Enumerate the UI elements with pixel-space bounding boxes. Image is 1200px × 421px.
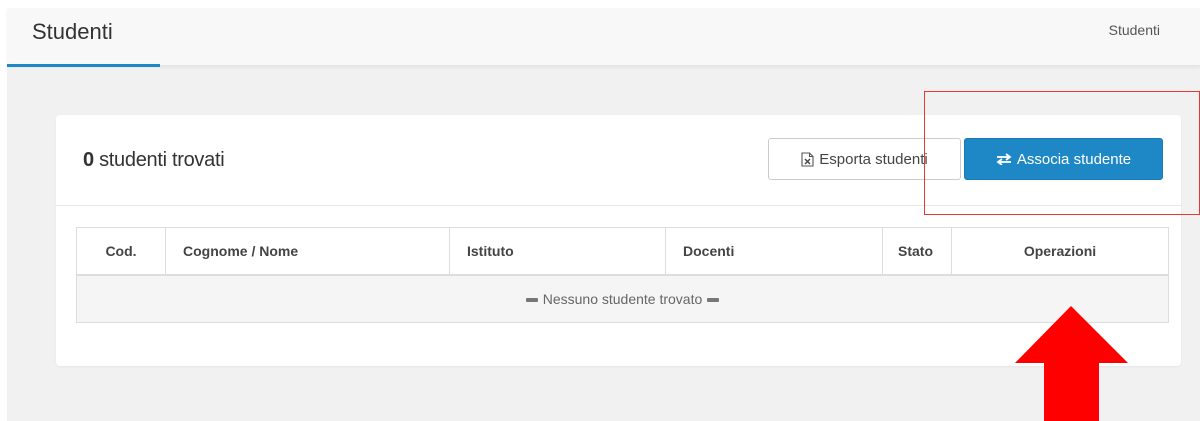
red-arrow-annotation bbox=[1015, 306, 1128, 421]
table-header-row: Cod. Cognome / Nome Istituto Docenti Sta… bbox=[76, 227, 1169, 276]
column-header-status[interactable]: Stato bbox=[882, 227, 952, 276]
associate-student-button[interactable]: Associa studente bbox=[964, 138, 1163, 180]
exchange-arrows-icon bbox=[996, 153, 1012, 165]
results-count-number: 0 bbox=[83, 149, 94, 171]
results-count-label: studenti trovati bbox=[93, 149, 225, 171]
column-header-cod[interactable]: Cod. bbox=[76, 227, 166, 276]
top-strip bbox=[7, 0, 1200, 8]
dash-right bbox=[707, 298, 720, 303]
column-header-institute[interactable]: Istituto bbox=[449, 227, 666, 276]
associate-student-label: Associa studente bbox=[1016, 150, 1132, 168]
table-row: Nessuno studente trovato bbox=[76, 274, 1169, 323]
export-students-label: Esporta studenti bbox=[819, 150, 928, 168]
export-students-button[interactable]: Esporta studenti bbox=[768, 138, 961, 180]
students-table: Cod. Cognome / Nome Istituto Docenti Sta… bbox=[76, 227, 1169, 323]
breadcrumb[interactable]: Studenti bbox=[1109, 22, 1160, 38]
excel-file-icon bbox=[801, 151, 814, 167]
results-count: 0 studenti trovati bbox=[83, 149, 225, 172]
column-header-teachers[interactable]: Docenti bbox=[665, 227, 883, 276]
page-title: Studenti bbox=[32, 19, 113, 44]
empty-table-text: Nessuno studente trovato bbox=[542, 291, 703, 307]
title-underline bbox=[7, 64, 160, 67]
column-header-name[interactable]: Cognome / Nome bbox=[165, 227, 450, 276]
page-header: Studenti Studenti bbox=[7, 8, 1200, 67]
panel-header: 0 studenti trovati Esporta studenti Asso… bbox=[56, 115, 1181, 206]
column-header-operations: Operazioni bbox=[951, 227, 1169, 276]
students-panel: 0 studenti trovati Esporta studenti Asso… bbox=[56, 115, 1181, 366]
dash-left bbox=[525, 298, 538, 303]
empty-table-message: Nessuno studente trovato bbox=[76, 274, 1169, 323]
